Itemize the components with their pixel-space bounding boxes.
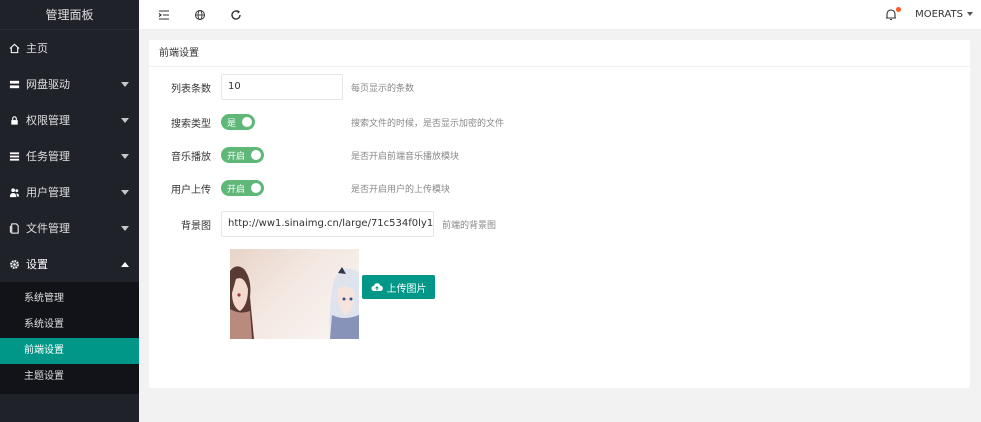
switch-text: 开启 — [227, 151, 246, 162]
drive-icon — [8, 78, 20, 90]
switch-text: 开启 — [227, 184, 246, 195]
home-icon — [8, 42, 20, 54]
chevron-down-icon — [121, 82, 129, 87]
chevron-down-icon — [121, 226, 129, 231]
sidebar-item-files[interactable]: 文件管理 — [0, 210, 139, 246]
field-label: 背景图 — [181, 220, 211, 232]
settings-submenu: 系统管理 系统设置 前端设置 主题设置 — [0, 282, 139, 394]
notification-dot — [896, 7, 901, 12]
submenu-item-system-settings[interactable]: 系统设置 — [0, 312, 139, 338]
task-icon — [8, 150, 20, 162]
user-menu[interactable]: MOERATS — [915, 0, 973, 30]
sidebar-item-label: 网盘驱动 — [26, 78, 70, 91]
field-tip: 前端的背景图 — [442, 220, 497, 231]
upload-image-button[interactable]: 上传图片 — [362, 275, 435, 299]
sidebar: 管理面板 主页 网盘驱动 权限管理 任务管理 用户管理 文件管理 设置 系统管理… — [0, 0, 139, 422]
switch-knob — [251, 150, 261, 160]
sidebar-item-permissions[interactable]: 权限管理 — [0, 102, 139, 138]
sidebar-item-label: 用户管理 — [26, 186, 70, 199]
top-header: MOERATS — [139, 0, 981, 30]
sidebar-item-tasks[interactable]: 任务管理 — [0, 138, 139, 174]
form-row-page-size: 列表条数 10 每页显示的条数 — [149, 74, 970, 100]
switch-text: 是 — [227, 118, 237, 129]
chevron-down-icon — [121, 154, 129, 159]
field-label: 搜索类型 — [171, 118, 211, 130]
submenu-item-system-management[interactable]: 系统管理 — [0, 286, 139, 312]
search-type-switch[interactable]: 是 — [221, 114, 255, 130]
page-size-input[interactable]: 10 — [221, 74, 343, 100]
background-preview-image — [230, 249, 359, 339]
form-row-search-type: 搜索类型 是 搜索文件的时候，是否显示加密的文件 — [149, 113, 970, 131]
field-tip: 是否开启前端音乐播放模块 — [351, 151, 460, 162]
globe-icon[interactable] — [193, 8, 207, 22]
field-label: 用户上传 — [171, 184, 211, 196]
chevron-down-icon — [121, 190, 129, 195]
field-tip: 是否开启用户的上传模块 — [351, 184, 451, 195]
sidebar-item-label: 文件管理 — [26, 222, 70, 235]
file-icon — [8, 222, 20, 234]
music-switch[interactable]: 开启 — [221, 147, 264, 163]
sidebar-item-home[interactable]: 主页 — [0, 30, 139, 66]
chevron-down-icon — [121, 118, 129, 123]
sidebar-item-label: 任务管理 — [26, 150, 70, 163]
field-tip: 搜索文件的时候，是否显示加密的文件 — [351, 118, 505, 129]
switch-knob — [242, 117, 252, 127]
field-label: 列表条数 — [171, 83, 211, 95]
refresh-icon[interactable] — [229, 8, 243, 22]
user-name: MOERATS — [915, 9, 963, 20]
submenu-item-theme-settings[interactable]: 主题设置 — [0, 364, 139, 390]
submenu-item-frontend-settings[interactable]: 前端设置 — [0, 338, 139, 364]
sidebar-item-drive[interactable]: 网盘驱动 — [0, 66, 139, 102]
lock-icon — [8, 114, 20, 126]
gear-icon — [8, 258, 20, 270]
menu-toggle-icon[interactable] — [157, 8, 171, 22]
sidebar-item-label: 主页 — [26, 42, 48, 55]
cloud-upload-icon — [370, 282, 383, 292]
caret-down-icon — [967, 12, 973, 16]
form-row-music: 音乐播放 开启 是否开启前端音乐播放模块 — [149, 146, 970, 164]
sidebar-item-label: 设置 — [26, 258, 48, 271]
sidebar-title: 管理面板 — [0, 0, 139, 30]
field-label: 音乐播放 — [171, 151, 211, 163]
card-title: 前端设置 — [149, 40, 970, 67]
form-row-background: 背景图 http://ww1.sinaimg.cn/large/71c534f0… — [149, 211, 970, 237]
sidebar-item-settings[interactable]: 设置 — [0, 246, 139, 282]
user-upload-switch[interactable]: 开启 — [221, 180, 264, 196]
chevron-up-icon — [121, 262, 129, 267]
user-icon — [8, 186, 20, 198]
background-url-input[interactable]: http://ww1.sinaimg.cn/large/71c534f0ly1f… — [221, 211, 434, 237]
bell-icon[interactable] — [885, 7, 901, 22]
switch-knob — [251, 183, 261, 193]
upload-button-label: 上传图片 — [386, 283, 427, 295]
form-row-upload: 用户上传 开启 是否开启用户的上传模块 — [149, 179, 970, 197]
field-tip: 每页显示的条数 — [351, 83, 415, 94]
sidebar-item-label: 权限管理 — [26, 114, 70, 127]
sidebar-item-users[interactable]: 用户管理 — [0, 174, 139, 210]
